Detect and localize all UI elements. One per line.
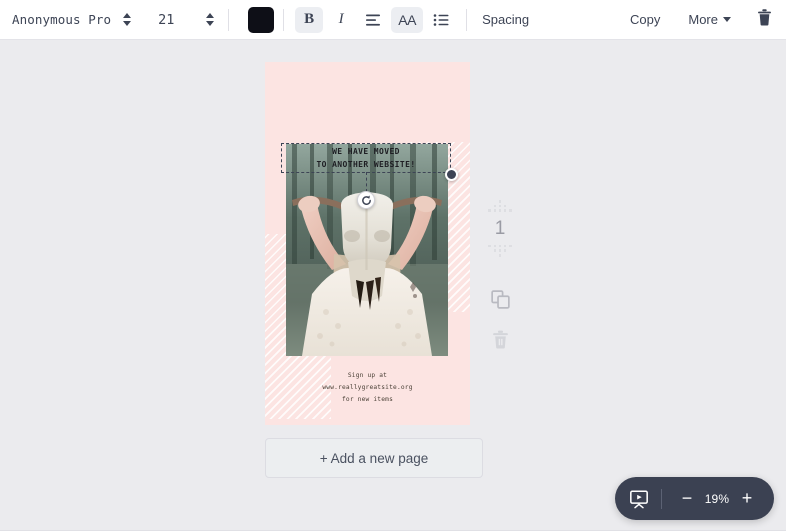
font-size-stepper[interactable] — [201, 7, 219, 33]
trash-icon — [492, 330, 508, 349]
footer-line-3: for new items — [341, 396, 394, 403]
selected-text-line-2: TO ANOTHER WEBSITE! — [316, 160, 416, 169]
italic-button[interactable]: I — [327, 7, 355, 33]
stepper-down-caret-icon — [123, 21, 132, 26]
footer-line-2: www.reallygreatsite.org — [322, 384, 413, 391]
zoom-divider — [661, 488, 662, 509]
text-toolbar: Anonymous Pro 21 B I AA Spacing Copy Mor… — [0, 0, 786, 40]
zoom-toolbar: − 19% + — [615, 477, 774, 520]
more-label: More — [688, 12, 718, 27]
text-color-swatch[interactable] — [248, 6, 275, 33]
bold-button[interactable]: B — [295, 6, 324, 33]
rotate-icon — [361, 195, 371, 205]
spacing-button[interactable]: Spacing — [482, 12, 529, 27]
editor-canvas[interactable]: Sign up at www.reallygreatsite.org for n… — [0, 40, 786, 531]
arrow-up-dotted-icon[interactable] — [488, 200, 512, 212]
delete-page-button[interactable] — [487, 327, 513, 353]
align-button[interactable] — [359, 7, 387, 33]
poster-photo[interactable] — [286, 144, 448, 356]
page-number: 1 — [494, 217, 506, 239]
zoom-out-button[interactable]: − — [674, 486, 700, 512]
toolbar-divider — [283, 8, 285, 31]
duplicate-page-button[interactable] — [487, 287, 513, 313]
toolbar-divider — [228, 8, 230, 31]
poster-footer-text: Sign up at www.reallygreatsite.org for n… — [265, 370, 470, 406]
rotate-handle[interactable] — [357, 191, 375, 209]
align-left-icon — [366, 14, 381, 26]
footer-line-1: Sign up at — [347, 372, 388, 379]
text-case-button[interactable]: AA — [391, 6, 424, 33]
trash-icon — [758, 8, 771, 26]
toolbar-divider — [466, 8, 468, 31]
poster-page[interactable]: Sign up at www.reallygreatsite.org for n… — [265, 62, 470, 425]
skull-photo-image — [286, 144, 448, 356]
duplicate-page-icon — [490, 290, 510, 309]
chevron-down-icon — [723, 17, 731, 22]
resize-handle[interactable] — [445, 168, 458, 181]
delete-button[interactable] — [757, 8, 772, 31]
page-tools-panel: 1 — [487, 200, 513, 353]
more-button[interactable]: More — [688, 12, 731, 27]
present-button[interactable] — [629, 489, 649, 509]
add-new-page-button[interactable]: + Add a new page — [265, 438, 483, 478]
stepper-up-caret-icon — [206, 13, 215, 18]
stepper-down-caret-icon — [206, 21, 215, 26]
present-icon — [630, 490, 648, 508]
rotate-handle-stem — [366, 172, 367, 192]
selected-text-line-1: WE HAVE MOVED — [332, 147, 400, 156]
stepper-up-caret-icon — [123, 13, 132, 18]
font-family-stepper[interactable] — [118, 7, 136, 33]
font-family-selector[interactable]: Anonymous Pro — [0, 12, 111, 27]
zoom-in-button[interactable]: + — [734, 486, 760, 512]
arrow-down-dotted-icon[interactable] — [488, 244, 512, 257]
font-size-input[interactable]: 21 — [158, 12, 194, 28]
bullet-list-icon — [433, 13, 449, 26]
copy-button[interactable]: Copy — [630, 12, 660, 27]
list-button[interactable] — [427, 7, 455, 33]
zoom-level-label: 19% — [704, 491, 730, 506]
selected-text-element[interactable]: WE HAVE MOVED TO ANOTHER WEBSITE! — [281, 143, 458, 209]
editor-window: Anonymous Pro 21 B I AA Spacing Copy Mor… — [0, 0, 786, 531]
